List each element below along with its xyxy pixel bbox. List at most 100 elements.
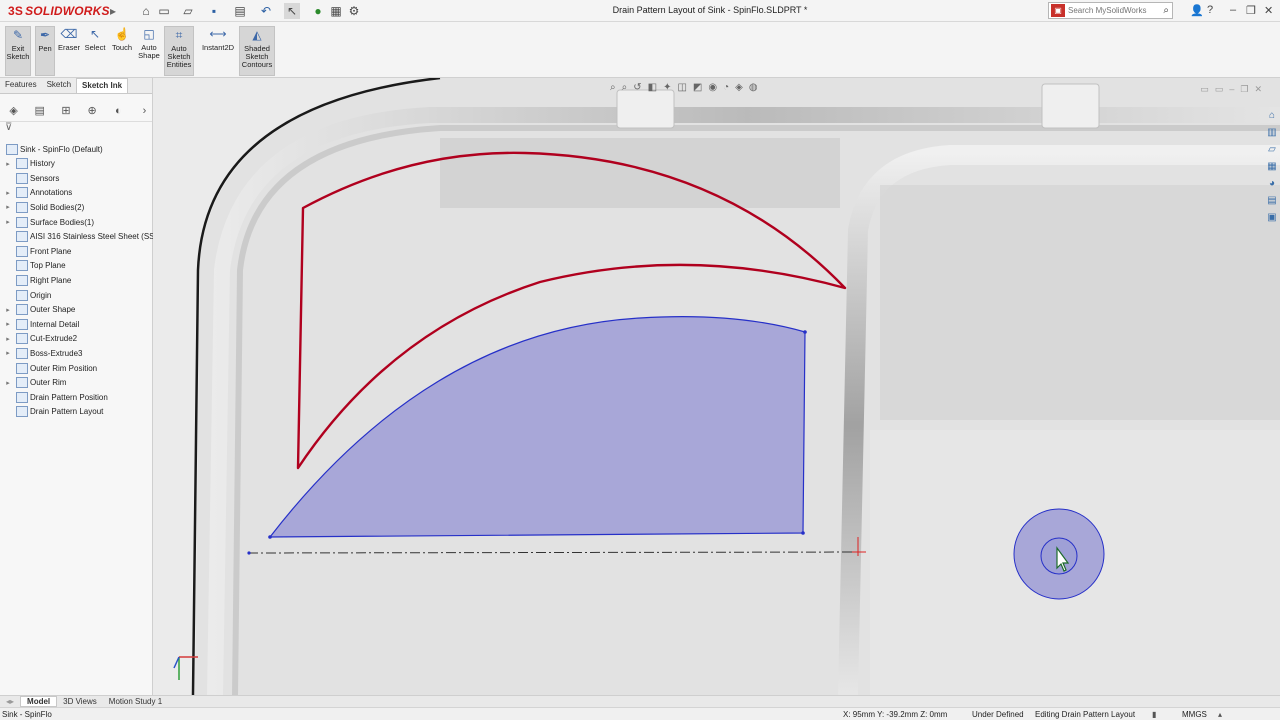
exit-sketch-button[interactable]: ✎ Exit Sketch — [5, 26, 31, 76]
tree-item[interactable]: AISI 316 Stainless Steel Sheet (SS) — [0, 230, 157, 244]
graphics-area[interactable] — [153, 78, 1280, 695]
dynamic-annotation-icon[interactable]: ✦ — [663, 82, 671, 96]
tree-item[interactable]: ▸ Cut-Extrude2 — [0, 332, 77, 346]
search-input[interactable] — [1065, 6, 1155, 15]
sketch-point[interactable] — [803, 330, 807, 334]
apply-scene-icon[interactable]: ◈ — [735, 82, 743, 96]
units-dropdown-icon[interactable]: ▴ — [1218, 710, 1222, 719]
home-icon[interactable]: ⌂ — [138, 3, 154, 19]
sketch-point[interactable] — [268, 535, 272, 539]
view-orientation-icon[interactable]: ◫ — [677, 82, 686, 96]
tree-item[interactable]: Right Plane — [0, 273, 71, 287]
tree-item[interactable]: ▸ Internal Detail — [0, 317, 79, 331]
design-library-icon[interactable]: ▥ — [1267, 127, 1276, 141]
forum-icon[interactable]: ▣ — [1267, 212, 1276, 226]
minimize-icon[interactable]: – — [1230, 4, 1236, 16]
rebuild-status-icon[interactable]: ▮ — [1152, 710, 1156, 719]
zoom-to-fit-icon[interactable]: ⌕ — [610, 82, 616, 96]
viewport-restore-icon[interactable]: ❐ — [1240, 84, 1254, 94]
filter-icon[interactable]: ⊽ — [0, 122, 152, 136]
appearances-icon[interactable]: ◕ — [1269, 178, 1275, 192]
tab-sketch-ink[interactable]: Sketch Ink — [76, 78, 129, 93]
expand-arrow-icon[interactable]: ▸ — [4, 349, 12, 357]
solidworks-logo[interactable]: 3S SOLIDWORKS — [8, 3, 110, 19]
pen-button[interactable]: ✒ Pen — [35, 26, 55, 76]
previous-view-icon[interactable]: ↺ — [633, 82, 641, 96]
tree-item[interactable]: ▸ Annotations — [0, 186, 72, 200]
tree-item[interactable]: ▸ Boss-Extrude3 — [0, 346, 82, 360]
auto-shape-button[interactable]: ◱ Auto Shape — [137, 26, 161, 76]
propertymanager-icon[interactable]: ▤ — [32, 104, 47, 117]
new-document-icon[interactable]: ▭ — [156, 3, 172, 19]
tree-item[interactable]: ▸ Surface Bodies(1) — [0, 215, 94, 229]
auto-sketch-entities-button[interactable]: ⌗ Auto Sketch Entities — [164, 26, 194, 76]
tree-item[interactable]: ▸ Outer Shape — [0, 303, 75, 317]
expand-arrow-icon[interactable]: ▸ — [4, 189, 12, 197]
search-magnifier-icon[interactable]: ⌕ — [1163, 5, 1169, 16]
sketch-point[interactable] — [801, 531, 805, 535]
restore-icon[interactable]: ❐ — [1246, 4, 1256, 17]
featuremanager-tree-icon[interactable]: ◈ — [6, 104, 21, 117]
tab-features[interactable]: Features — [0, 78, 42, 93]
tree-item[interactable]: ▸ History — [0, 157, 55, 171]
tab-motion-study[interactable]: Motion Study 1 — [103, 697, 168, 706]
undo-icon[interactable]: ↶ — [258, 3, 274, 19]
zoom-to-area-icon[interactable]: ⌕ — [622, 82, 628, 96]
help-icon[interactable]: ? — [1207, 4, 1213, 16]
select-button[interactable]: ↖ Select — [84, 26, 106, 76]
tree-item[interactable]: Top Plane — [0, 259, 66, 273]
solidworks-resources-icon[interactable]: ⌂ — [1269, 110, 1275, 124]
expand-arrow-icon[interactable]: ▸ — [4, 335, 12, 343]
shaded-sketch-contours-button[interactable]: ◭ Shaded Sketch Contours — [239, 26, 275, 76]
touch-button[interactable]: ☝ Touch — [110, 26, 134, 76]
edit-appearance-icon[interactable]: ◔ — [723, 82, 729, 96]
centerline-endpoint[interactable] — [247, 551, 251, 555]
tree-item[interactable]: ▸ Outer Rim — [0, 376, 66, 390]
file-properties-icon[interactable]: ▦ — [328, 3, 344, 19]
view-settings-icon[interactable]: ◍ — [749, 82, 758, 96]
expand-arrow-icon[interactable]: ▸ — [4, 379, 12, 387]
tree-item[interactable]: Sink - SpinFlo (Default) — [0, 142, 103, 156]
dimxpert-icon[interactable]: ⊕ — [85, 104, 100, 117]
expand-arrow-icon[interactable]: ▸ — [4, 320, 12, 328]
tab-sketch[interactable]: Sketch — [42, 78, 76, 93]
expand-arrow-icon[interactable]: ▸ — [4, 306, 12, 314]
eraser-button[interactable]: ⌫ Eraser — [58, 26, 80, 76]
display-manager-icon[interactable]: ◐ — [111, 105, 126, 117]
open-icon[interactable]: ▱ — [180, 3, 196, 19]
section-view-icon[interactable]: ◧ — [648, 82, 657, 96]
close-icon[interactable]: ✕ — [1264, 4, 1273, 17]
expand-arrow-icon[interactable]: ▸ — [4, 203, 12, 211]
user-icon[interactable]: 👤 — [1190, 4, 1204, 17]
view-palette-icon[interactable]: ▦ — [1267, 161, 1276, 175]
status-units[interactable]: MMGS — [1182, 710, 1207, 719]
tree-item[interactable]: ▸ Solid Bodies(2) — [0, 200, 84, 214]
expand-arrow-icon[interactable]: ▸ — [4, 218, 12, 226]
custom-properties-icon[interactable]: ▤ — [1267, 195, 1276, 209]
rebuild-icon[interactable]: ● — [310, 3, 326, 19]
viewport-tile2-icon[interactable]: ▭ — [1215, 84, 1230, 94]
tree-item[interactable]: Front Plane — [0, 244, 71, 258]
tree-item[interactable]: Origin — [0, 288, 51, 302]
tab-scroll-icon[interactable]: ◂▸ — [0, 697, 20, 706]
expand-arrow-icon[interactable]: ▸ — [4, 160, 12, 168]
tree-item[interactable]: Drain Pattern Position — [0, 390, 108, 404]
fm-more-icon[interactable]: › — [137, 105, 152, 117]
display-style-icon[interactable]: ◩ — [693, 82, 702, 96]
model-viewport[interactable] — [153, 78, 1280, 695]
tree-item[interactable]: Outer Rim Position — [0, 361, 97, 375]
viewport-minimize-icon[interactable]: – — [1229, 84, 1240, 94]
viewport-close-icon[interactable]: ✕ — [1254, 84, 1268, 94]
tab-model[interactable]: Model — [20, 696, 58, 707]
select-arrow-icon[interactable]: ↖ — [284, 3, 300, 19]
tree-item[interactable]: Sensors — [0, 171, 59, 185]
tree-item[interactable]: Drain Pattern Layout — [0, 405, 103, 419]
configurationmanager-icon[interactable]: ⊞ — [58, 104, 73, 117]
hide-show-items-icon[interactable]: ◉ — [708, 82, 717, 96]
menu-expand-icon[interactable]: ▸ — [105, 3, 121, 19]
viewport-tile-icon[interactable]: ▭ — [1200, 84, 1215, 94]
options-gear-icon[interactable]: ⚙ — [346, 3, 362, 19]
tab-3d-views[interactable]: 3D Views — [57, 697, 103, 706]
save-icon[interactable]: ▪ — [206, 3, 222, 19]
search-mysolidworks[interactable]: ▣ ⌕ — [1048, 2, 1173, 19]
